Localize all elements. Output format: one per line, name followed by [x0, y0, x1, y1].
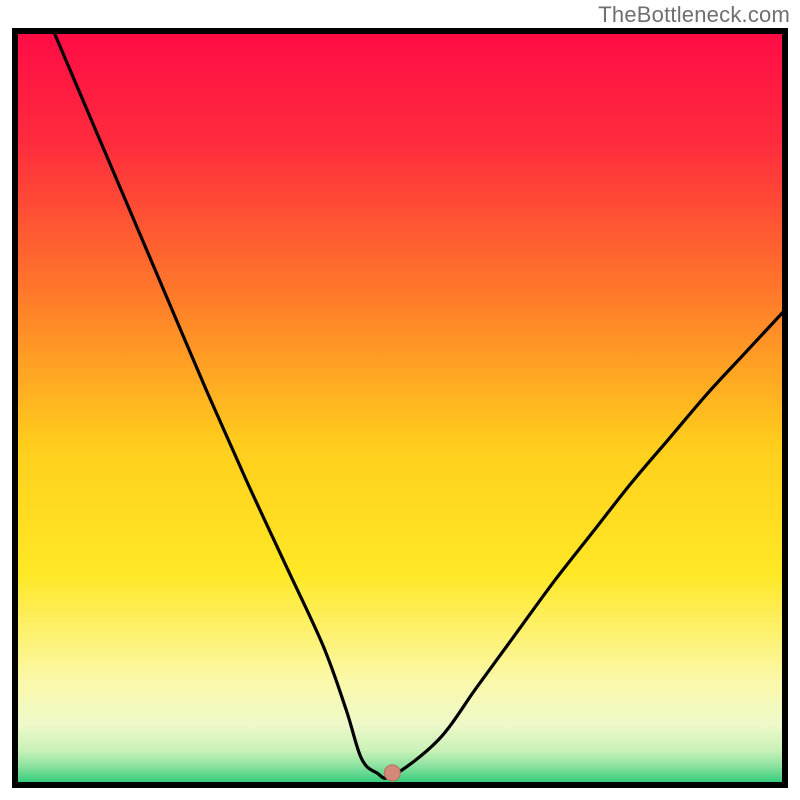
chart-svg	[12, 28, 788, 788]
chart-container: TheBottleneck.com	[0, 0, 800, 800]
gradient-background	[15, 31, 785, 785]
watermark-text: TheBottleneck.com	[598, 2, 790, 28]
minimum-marker	[384, 765, 400, 781]
plot-area	[12, 28, 788, 788]
